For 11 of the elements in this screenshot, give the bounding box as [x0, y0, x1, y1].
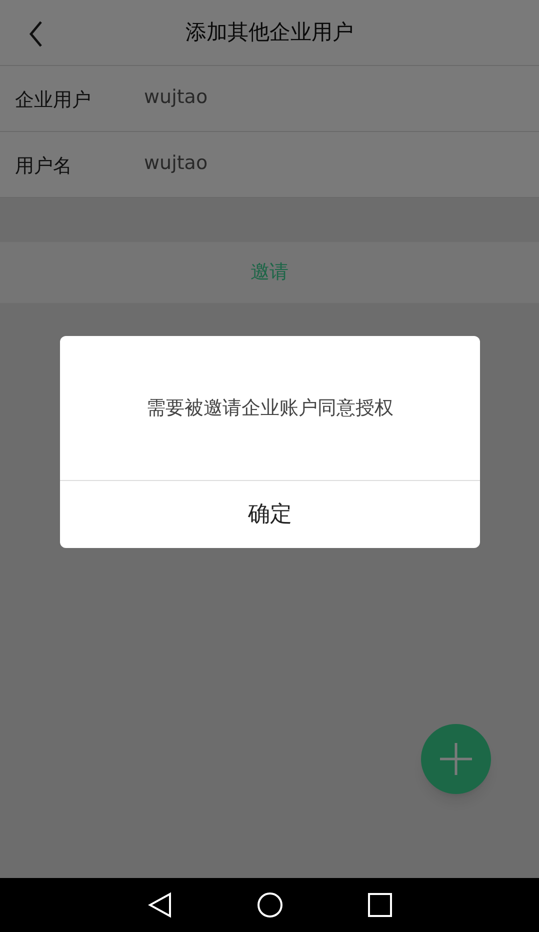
field-label: 用户名 [14, 154, 73, 180]
field-label: 企业用户 [14, 88, 92, 114]
confirm-button[interactable]: 确定 [60, 481, 480, 548]
recents-icon[interactable] [368, 893, 392, 917]
plus-icon [439, 742, 473, 776]
page-title: 添加其他企业用户 [186, 18, 354, 46]
field-value[interactable]: wujtao [144, 149, 208, 178]
field-value[interactable]: wujtao [144, 83, 208, 112]
dialog-message: 需要被邀请企业账户同意授权 [146, 396, 394, 421]
home-icon[interactable] [256, 892, 282, 918]
back-icon[interactable] [148, 892, 172, 918]
